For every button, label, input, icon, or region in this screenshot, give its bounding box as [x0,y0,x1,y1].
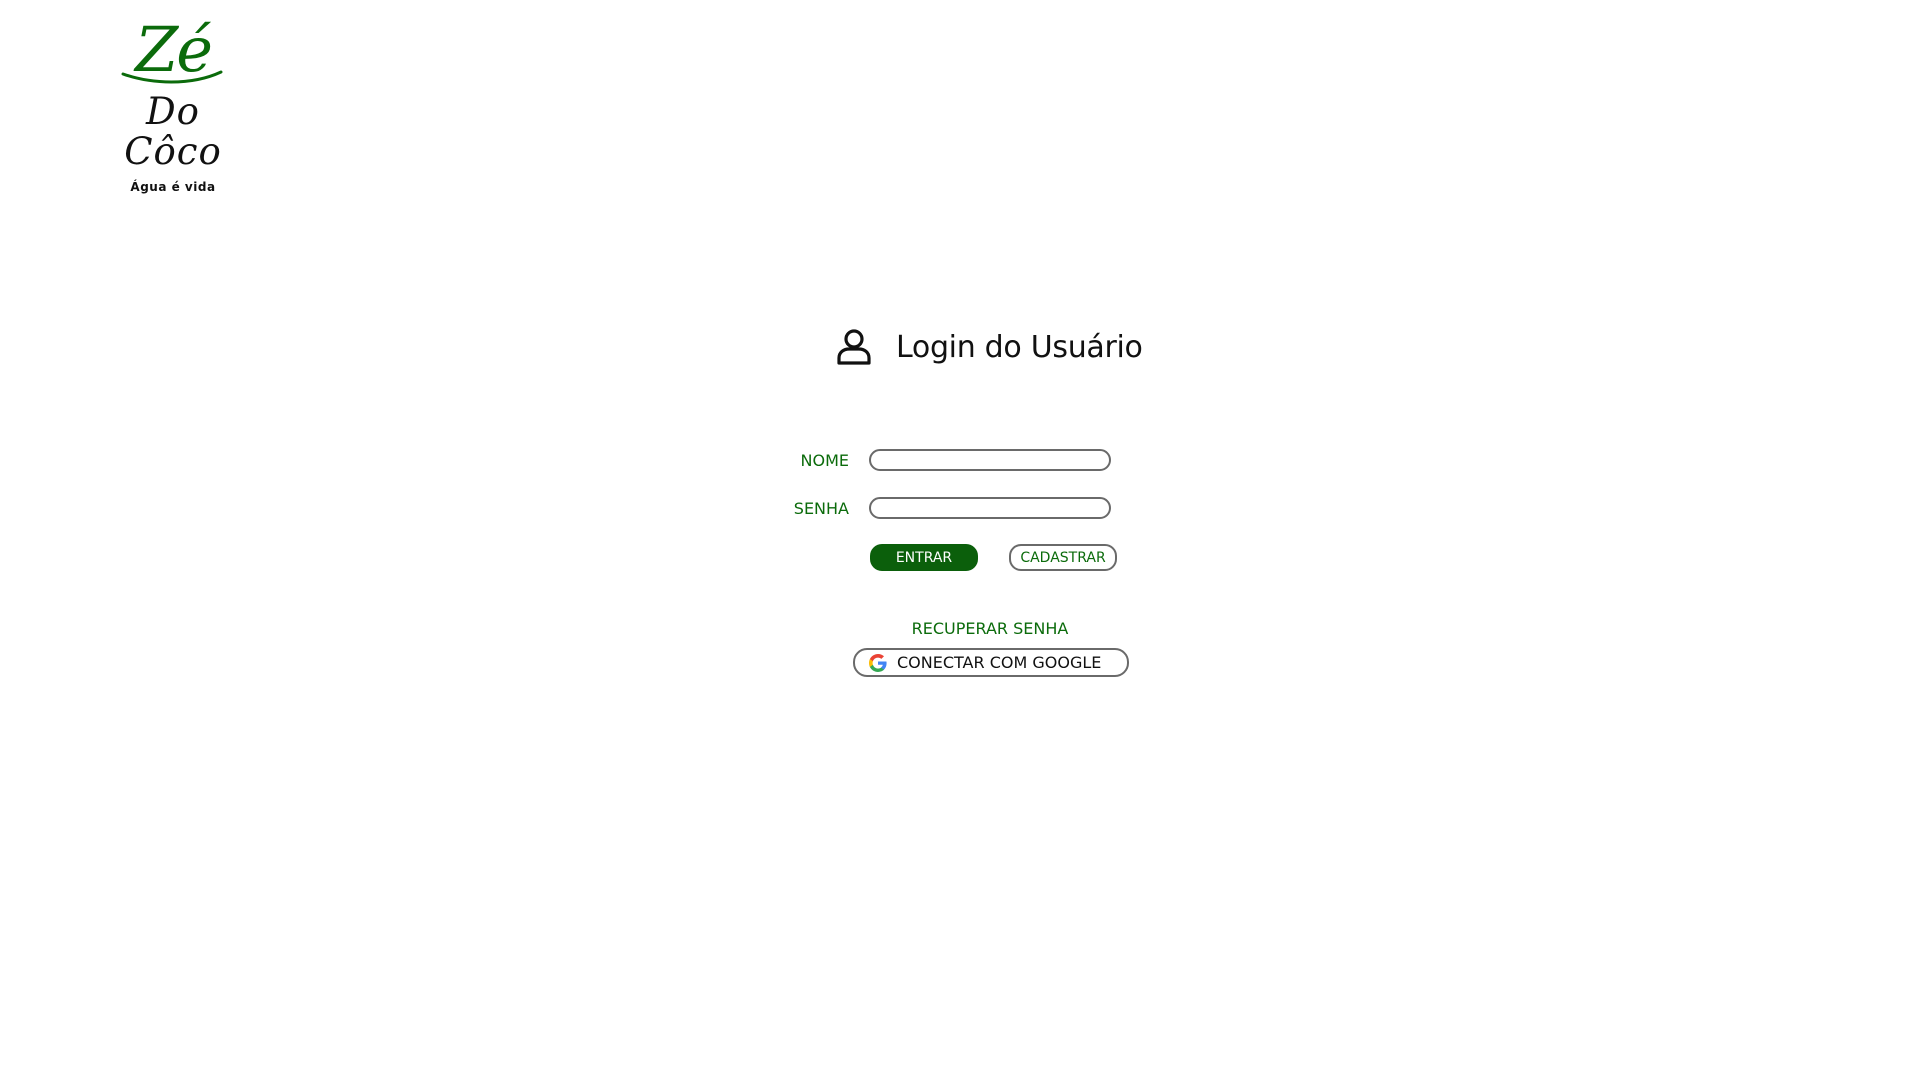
name-row: NOME [760,447,1120,473]
recover-password-link[interactable]: RECUPERAR SENHA [890,619,1090,638]
password-input[interactable] [869,497,1111,519]
logo-word-do-coco: Do Côco [124,90,222,173]
brand-logo[interactable]: Zé Do Côco Água é vida [108,18,238,194]
login-page: Zé Do Côco Água é vida Login do Usuário … [0,0,1920,1080]
register-button[interactable]: CADASTRAR [1009,544,1117,571]
password-label: SENHA [793,498,849,518]
user-icon [837,329,871,365]
google-icon [869,653,887,672]
login-title: Login do Usuário [896,329,1143,365]
password-row: SENHA [760,495,1120,521]
logo-tagline: Água é vida [130,180,216,194]
google-button-label: CONECTAR COM GOOGLE [897,653,1102,672]
name-input[interactable] [869,449,1111,471]
google-connect-button[interactable]: CONECTAR COM GOOGLE [853,648,1129,677]
enter-button[interactable]: ENTRAR [870,544,978,571]
login-header: Login do Usuário [834,325,1143,369]
name-label: NOME [800,450,849,470]
